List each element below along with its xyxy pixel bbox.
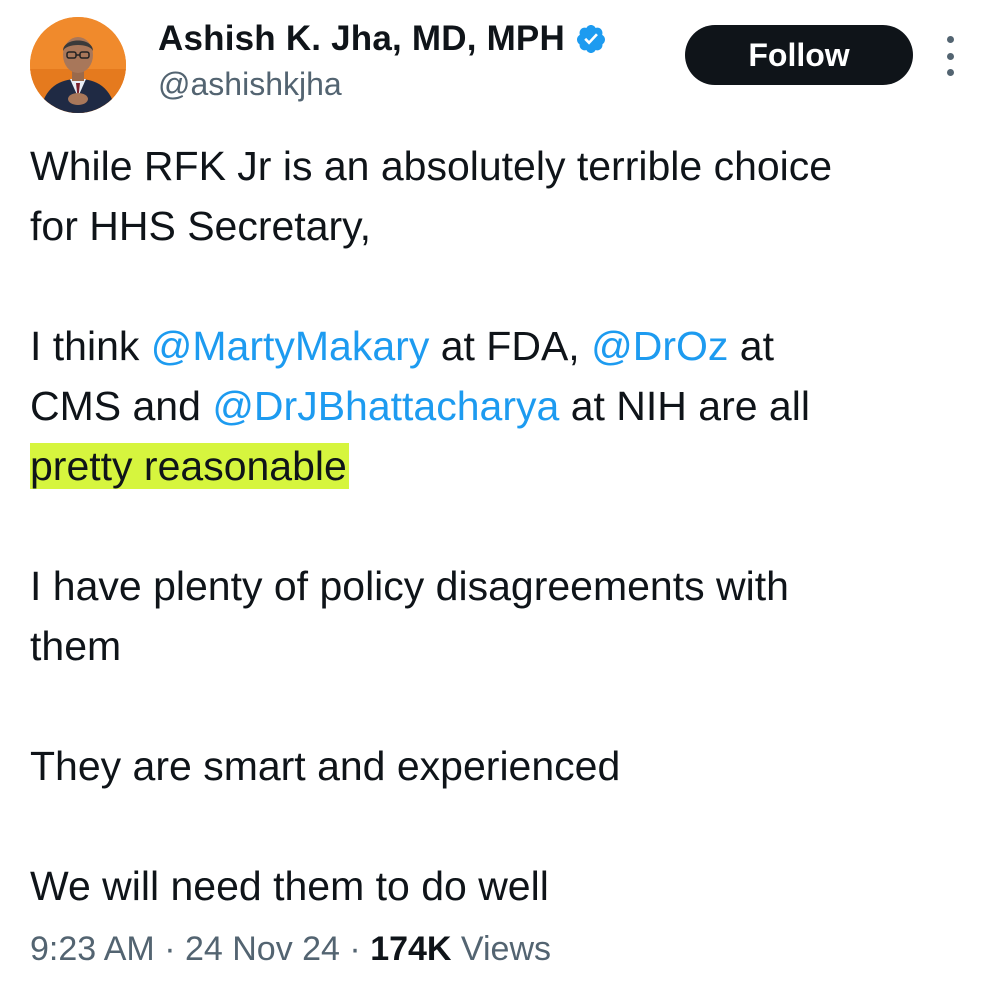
tweet-paragraph-1: While RFK Jr is an absolutely terrible c… — [30, 136, 980, 256]
follow-button[interactable]: Follow — [685, 25, 913, 85]
meta-separator: · — [339, 930, 371, 968]
tweet-paragraph-2: I think @MartyMakary at FDA, @DrOz at CM… — [30, 316, 980, 496]
tweet-date[interactable]: 24 Nov 24 — [185, 930, 340, 968]
mention-droz[interactable]: @DrOz — [591, 323, 728, 369]
verified-badge-icon — [576, 25, 605, 53]
highlighted-text: pretty reasonable — [30, 443, 349, 489]
mention-martymakary[interactable]: @MartyMakary — [151, 323, 430, 369]
more-options-icon[interactable] — [937, 36, 963, 76]
meta-separator: · — [154, 930, 185, 968]
text-segment: CMS and — [30, 383, 213, 429]
tweet-meta: 9:23 AM · 24 Nov 24 · 174K Views — [30, 930, 551, 969]
avatar[interactable] — [30, 17, 126, 113]
mention-drjbhattacharya[interactable]: @DrJBhattacharya — [212, 383, 559, 429]
more-dot — [946, 69, 954, 76]
text-line: I have plenty of policy disagreements wi… — [30, 563, 789, 609]
author-name[interactable]: Ashish K. Jha, MD, MPH — [158, 19, 565, 59]
tweet-text: While RFK Jr is an absolutely terrible c… — [30, 136, 980, 916]
views-label: Views — [451, 930, 551, 968]
text-segment: at NIH are all — [559, 383, 810, 429]
author-name-row: Ashish K. Jha, MD, MPH — [158, 16, 607, 62]
more-dot — [946, 52, 954, 60]
text-segment: at FDA, — [429, 323, 592, 369]
text-segment: I think — [30, 323, 151, 369]
tweet: Ashish K. Jha, MD, MPH @ashishkjha Follo… — [0, 0, 1000, 994]
avatar-image — [30, 17, 126, 113]
text-segment: at — [728, 323, 774, 369]
author-handle[interactable]: @ashishkjha — [158, 66, 342, 103]
tweet-paragraph-5: We will need them to do well — [30, 863, 549, 909]
tweet-paragraph-4: They are smart and experienced — [30, 743, 621, 789]
text-line: While RFK Jr is an absolutely terrible c… — [30, 143, 833, 189]
more-dot — [946, 36, 954, 43]
text-line: for HHS Secretary, — [30, 203, 371, 249]
tweet-paragraph-3: I have plenty of policy disagreements wi… — [30, 556, 980, 676]
text-line: them — [30, 623, 122, 669]
tweet-time[interactable]: 9:23 AM — [30, 930, 155, 968]
views-count[interactable]: 174K — [370, 930, 451, 968]
